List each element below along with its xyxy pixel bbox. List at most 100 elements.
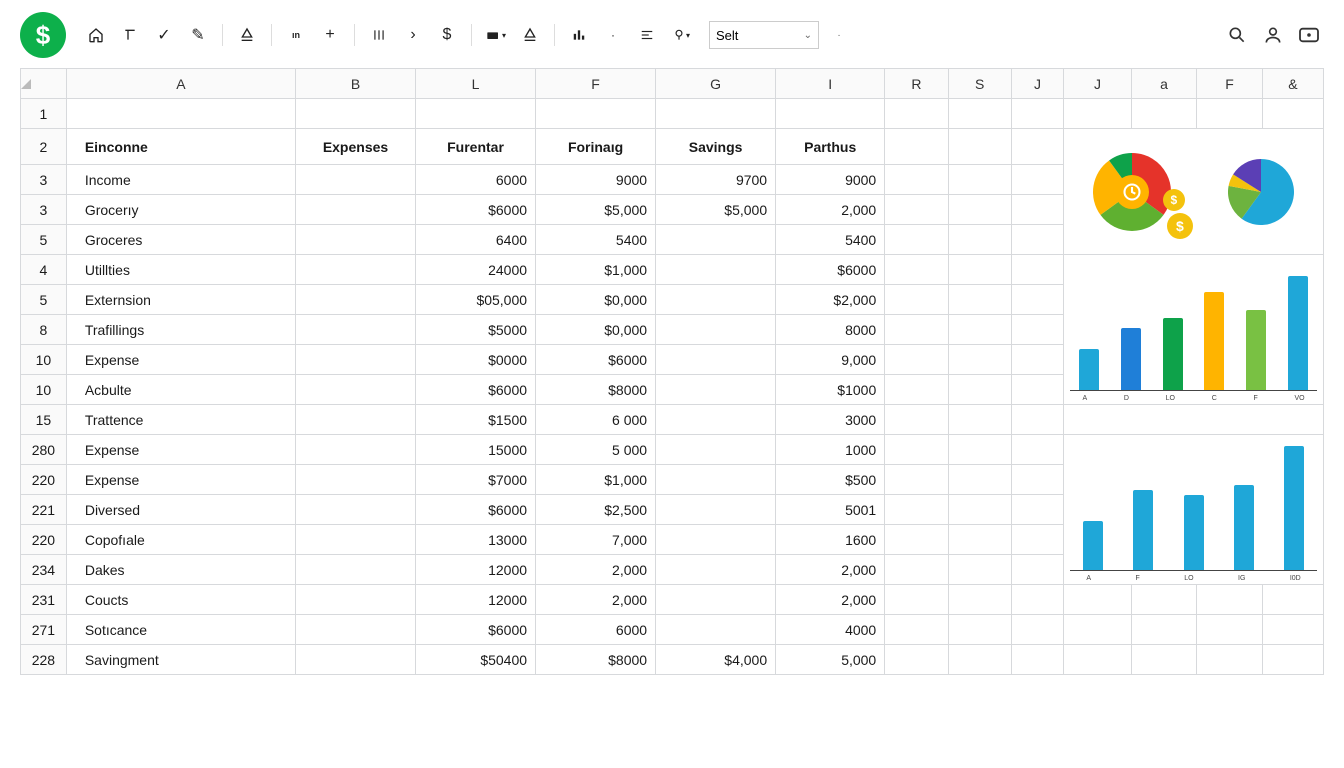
cell[interactable] [295,405,415,435]
cell[interactable] [948,465,1011,495]
row-header[interactable]: 1 [21,99,67,129]
row-header[interactable]: 3 [21,165,67,195]
cell[interactable]: 5400 [776,225,885,255]
cell[interactable] [948,129,1011,165]
row-header[interactable]: 280 [21,435,67,465]
cell[interactable]: Sotıcance [66,615,295,645]
cell[interactable]: Parthus [776,129,885,165]
cell[interactable] [1011,405,1063,435]
cell[interactable]: 2,000 [776,555,885,585]
cell[interactable] [295,195,415,225]
cell[interactable] [656,405,776,435]
cell[interactable] [1011,585,1063,615]
cell[interactable]: $05,000 [416,285,536,315]
check-icon[interactable]: ✓ [150,21,178,49]
cell[interactable] [295,345,415,375]
cell[interactable] [1011,615,1063,645]
user-icon[interactable] [1258,20,1288,50]
cell[interactable] [656,495,776,525]
cell[interactable] [1011,465,1063,495]
cell[interactable] [948,315,1011,345]
dot-icon[interactable]: · [599,21,627,49]
cell[interactable] [948,405,1011,435]
cell[interactable]: $50400 [416,645,536,675]
col-header[interactable]: I [776,69,885,99]
cell[interactable]: 15000 [416,435,536,465]
row-header[interactable]: 220 [21,465,67,495]
row-header[interactable]: 228 [21,645,67,675]
row-header[interactable]: 10 [21,375,67,405]
palette-icon[interactable]: ▾ [482,21,510,49]
cell[interactable]: $8000 [536,375,656,405]
row-header[interactable]: 271 [21,615,67,645]
cell[interactable] [1011,165,1063,195]
plus-icon[interactable]: + [316,21,344,49]
cell[interactable] [948,645,1011,675]
theme-icon[interactable]: ▾ [667,21,695,49]
cell[interactable] [948,585,1011,615]
cell[interactable] [885,465,948,495]
cell[interactable]: Diversed [66,495,295,525]
cell[interactable]: $6000 [416,375,536,405]
select-all-corner[interactable] [21,69,67,99]
cell[interactable] [776,99,885,129]
cell[interactable] [295,615,415,645]
cell[interactable]: Savings [656,129,776,165]
dollar-icon[interactable]: $ [433,21,461,49]
cell[interactable] [295,255,415,285]
cell[interactable] [1131,615,1196,645]
cell[interactable] [948,435,1011,465]
cell[interactable]: 6000 [536,615,656,645]
cell[interactable] [1011,525,1063,555]
fill-icon[interactable] [233,21,261,49]
cell[interactable]: Trafillings [66,315,295,345]
cell[interactable] [885,375,948,405]
cell[interactable] [1131,99,1196,129]
col-header[interactable]: G [656,69,776,99]
cell[interactable] [656,465,776,495]
cell[interactable] [1197,99,1262,129]
cell[interactable]: 5,000 [776,645,885,675]
cell[interactable]: 2,000 [776,195,885,225]
cell[interactable]: 12000 [416,555,536,585]
cell[interactable]: Forinaıg [536,129,656,165]
cell[interactable] [1011,129,1063,165]
cell[interactable] [1197,615,1262,645]
cell[interactable] [948,285,1011,315]
cell[interactable]: 9700 [656,165,776,195]
more-icon[interactable]: · [825,21,853,49]
cell[interactable] [1262,645,1323,675]
cell[interactable] [885,645,948,675]
textcolor-icon[interactable] [516,21,544,49]
cell[interactable]: Einconne [66,129,295,165]
cell[interactable] [948,225,1011,255]
chart-icon[interactable] [565,21,593,49]
cell[interactable] [885,555,948,585]
row-header[interactable]: 231 [21,585,67,615]
cell[interactable]: Furentar [416,129,536,165]
cell[interactable]: 6400 [416,225,536,255]
cell[interactable]: $6000 [416,195,536,225]
cell[interactable] [656,225,776,255]
cell[interactable]: Groceres [66,225,295,255]
cell[interactable] [885,345,948,375]
font-select[interactable]: Selt ⌄ [709,21,819,49]
cell[interactable]: $6000 [416,615,536,645]
cell[interactable]: $1000 [776,375,885,405]
cell[interactable]: $0,000 [536,315,656,345]
cell[interactable]: $5,000 [656,195,776,225]
cell[interactable]: $5000 [416,315,536,345]
cell[interactable] [295,165,415,195]
number-icon[interactable]: ın [282,21,310,49]
cell[interactable]: 5001 [776,495,885,525]
cell[interactable]: 6000 [416,165,536,195]
col-header[interactable]: S [948,69,1011,99]
cell[interactable] [1011,645,1063,675]
row-header[interactable]: 15 [21,405,67,435]
col-header[interactable]: R [885,69,948,99]
align-icon[interactable] [633,21,661,49]
inbox-icon[interactable] [1294,20,1324,50]
cell[interactable] [948,195,1011,225]
cell[interactable]: Trattence [66,405,295,435]
cell[interactable] [1064,615,1132,645]
